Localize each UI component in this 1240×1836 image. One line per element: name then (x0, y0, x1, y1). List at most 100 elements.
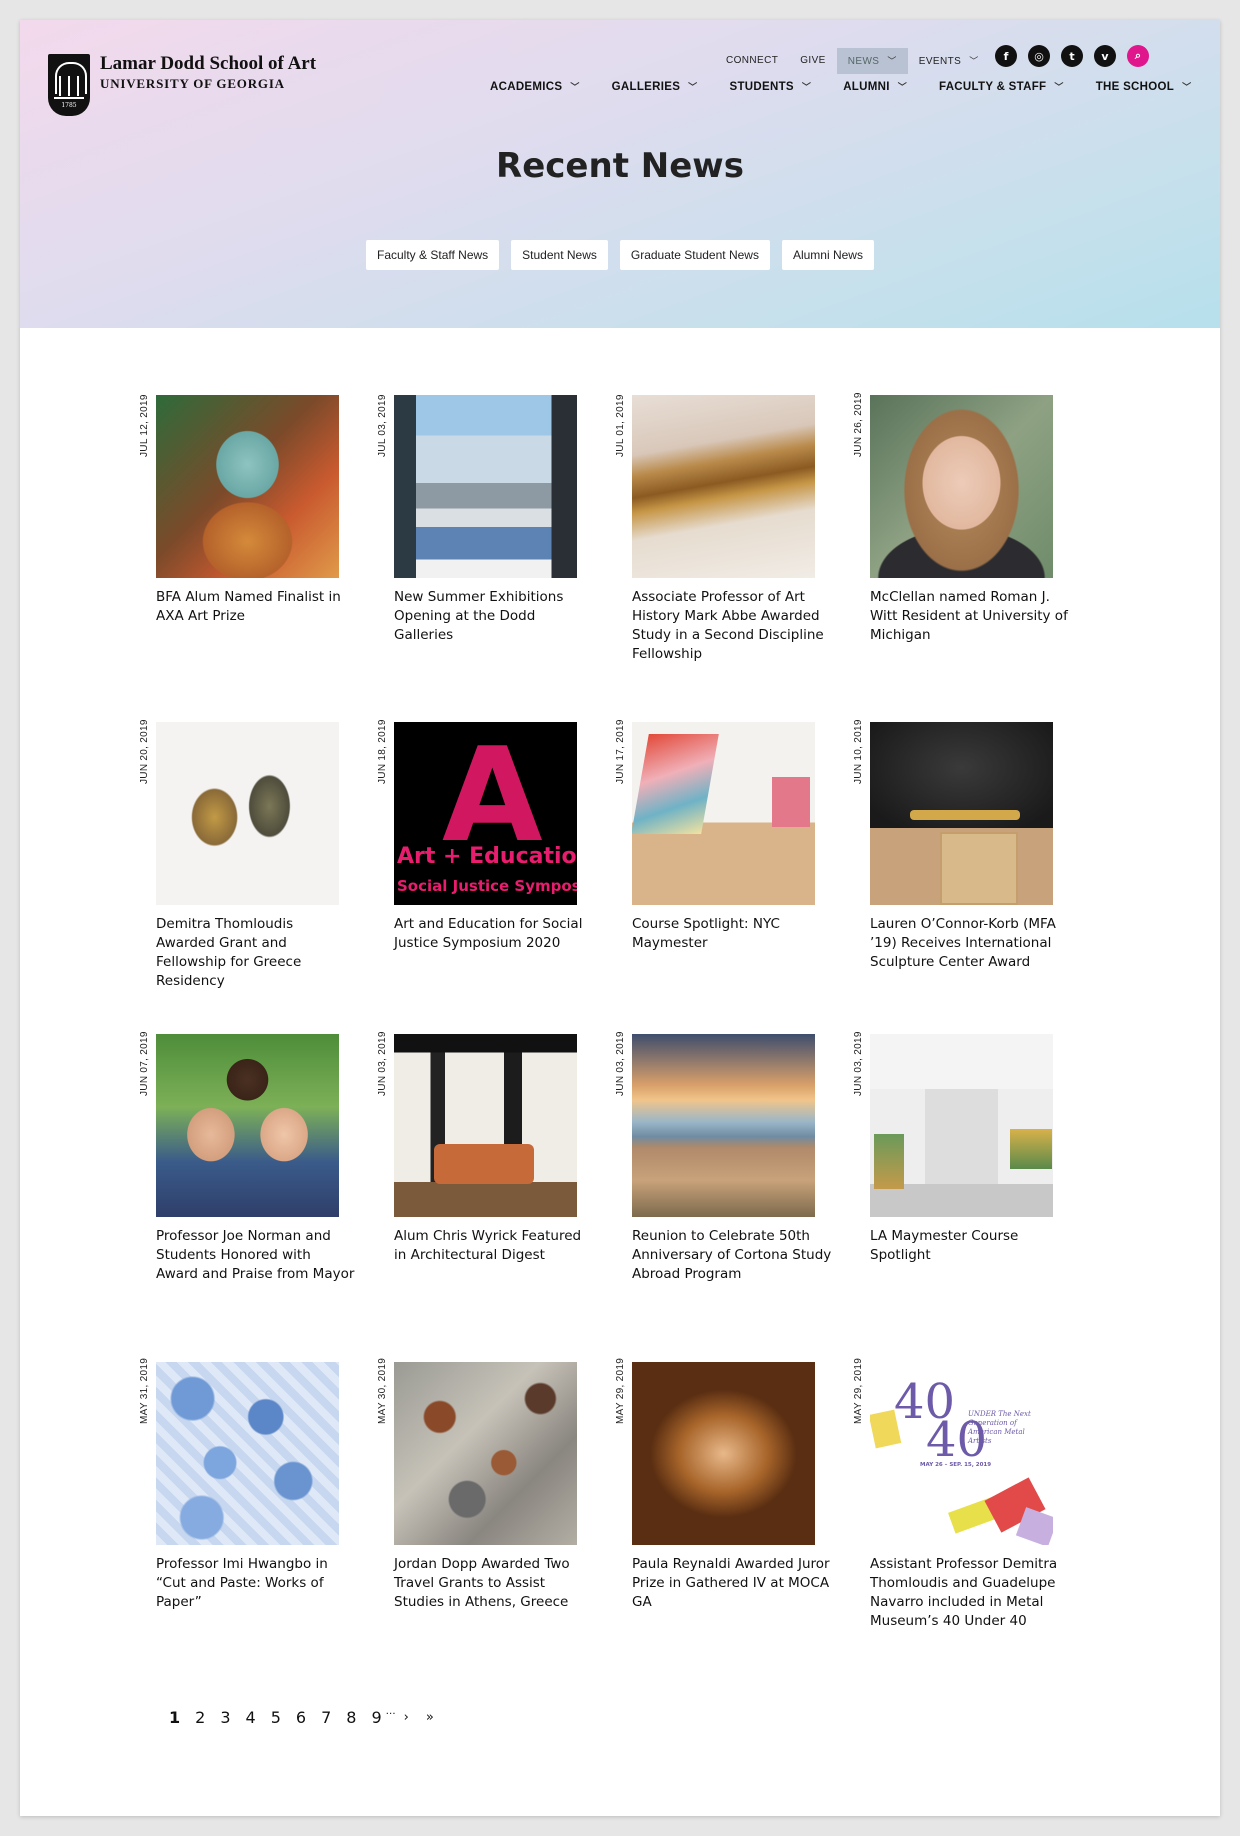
filter-graduate-student-news[interactable]: Graduate Student News (619, 240, 770, 270)
main-nav: ACADEMICS ﹀ GALLERIES ﹀ STUDENTS ﹀ ALUMNI ﹀ … (490, 80, 1191, 93)
social-links: f ◎ t v ⌕ (995, 45, 1160, 67)
filter-alumni-news[interactable]: Alumni News (781, 240, 874, 270)
news-date: JUN 03, 2019 (377, 1031, 388, 1096)
chevron-down-icon: ﹀ (688, 82, 698, 92)
instagram-icon[interactable]: ◎ (1028, 45, 1050, 67)
news-thumbnail[interactable] (632, 722, 815, 905)
brand-name: Lamar Dodd School of Art (100, 53, 317, 74)
news-thumbnail[interactable] (394, 1362, 577, 1545)
next-page-icon[interactable]: › (404, 1710, 409, 1725)
news-thumbnail[interactable] (156, 1362, 339, 1545)
news-thumbnail[interactable]: A Art + Education Social Justice Sympos (394, 722, 577, 905)
news-thumbnail[interactable] (870, 395, 1053, 578)
news-title[interactable]: Course Spotlight: NYC Maymester (632, 915, 832, 953)
news-thumbnail[interactable] (632, 1034, 815, 1217)
news-title[interactable]: Paula Reynaldi Awarded Juror Prize in Ga… (632, 1555, 832, 1612)
uga-arch-logo: 1785 (48, 54, 90, 116)
news-title[interactable]: Reunion to Celebrate 50th Anniversary of… (632, 1227, 832, 1284)
news-date: JUN 18, 2019 (377, 719, 388, 784)
logo-year: 1785 (61, 102, 77, 109)
news-date: MAY 29, 2019 (853, 1357, 864, 1424)
brand-subtitle: UNIVERSITY OF GEORGIA (100, 76, 285, 91)
news-thumbnail[interactable] (156, 395, 339, 578)
news-date: JUN 10, 2019 (853, 719, 864, 784)
twitter-icon[interactable]: t (1061, 45, 1083, 67)
nav-the-school[interactable]: THE SCHOOL ﹀ (1096, 80, 1192, 93)
news-filters: Faculty & Staff News Student News Gradua… (20, 240, 1220, 270)
filter-student-news[interactable]: Student News (511, 240, 608, 270)
news-title[interactable]: Art and Education for Social Justice Sym… (394, 915, 594, 953)
page-link-8[interactable]: 8 (346, 1708, 356, 1727)
news-date: JUN 17, 2019 (615, 719, 626, 784)
news-date: JUN 03, 2019 (615, 1031, 626, 1096)
news-title[interactable]: Associate Professor of Art History Mark … (632, 588, 832, 664)
news-thumbnail[interactable] (394, 395, 577, 578)
news-title[interactable]: LA Maymester Course Spotlight (870, 1227, 1070, 1265)
chevron-down-icon: ﹀ (887, 56, 897, 66)
nav-academics[interactable]: ACADEMICS ﹀ (490, 80, 580, 93)
news-thumbnail[interactable] (632, 1362, 815, 1545)
news-title[interactable]: Assistant Professor Demitra Thomloudis a… (870, 1555, 1070, 1631)
news-thumbnail[interactable] (870, 722, 1053, 905)
vimeo-icon[interactable]: v (1094, 45, 1116, 67)
news-title[interactable]: Demitra Thomloudis Awarded Grant and Fel… (156, 915, 356, 991)
filter-faculty-staff-news[interactable]: Faculty & Staff News (366, 240, 500, 270)
news-thumbnail[interactable] (156, 722, 339, 905)
page: 1785 Lamar Dodd School of Art UNIVERSITY… (20, 20, 1220, 1816)
brand[interactable]: 1785 Lamar Dodd School of Art UNIVERSITY… (48, 54, 316, 116)
page-link-1[interactable]: 1 (169, 1708, 180, 1727)
nav-alumni[interactable]: ALUMNI ﹀ (843, 80, 907, 93)
news-date: JUL 12, 2019 (139, 394, 150, 457)
thumb-art-line1: Art + Education (397, 844, 577, 869)
news-date: MAY 29, 2019 (615, 1357, 626, 1424)
news-title[interactable]: New Summer Exhibitions Opening at the Do… (394, 588, 594, 645)
page-link-2[interactable]: 2 (195, 1708, 205, 1727)
news-title[interactable]: Lauren O’Connor-Korb (MFA ’19) Receives … (870, 915, 1070, 972)
news-title[interactable]: Professor Joe Norman and Students Honore… (156, 1227, 356, 1284)
page-link-7[interactable]: 7 (321, 1708, 331, 1727)
nav-galleries[interactable]: GALLERIES ﹀ (612, 80, 698, 93)
nav-faculty-staff[interactable]: FACULTY & STAFF ﹀ (939, 80, 1064, 93)
news-date: JUL 01, 2019 (615, 394, 626, 457)
page-link-4[interactable]: 4 (246, 1708, 256, 1727)
search-icon[interactable]: ⌕ (1127, 45, 1149, 67)
news-date: JUN 26, 2019 (853, 392, 864, 457)
chevron-down-icon: ﹀ (1182, 82, 1192, 92)
news-thumbnail[interactable] (870, 1034, 1053, 1217)
news-date: JUN 07, 2019 (139, 1031, 150, 1096)
chevron-down-icon: ﹀ (969, 56, 979, 66)
chevron-down-icon: ﹀ (897, 82, 908, 92)
news-thumbnail[interactable] (632, 395, 815, 578)
news-title[interactable]: Alum Chris Wyrick Featured in Architectu… (394, 1227, 594, 1265)
thumb-museum-dates: MAY 26 – SEP. 15, 2019 (920, 1462, 992, 1468)
page-link-6[interactable]: 6 (296, 1708, 306, 1727)
news-title[interactable]: Professor Imi Hwangbo in “Cut and Paste:… (156, 1555, 356, 1612)
facebook-icon[interactable]: f (995, 45, 1017, 67)
util-link-connect[interactable]: CONNECT (715, 48, 789, 74)
news-thumbnail[interactable]: 40 40 UNDER The Next Generation of Ameri… (870, 1362, 1053, 1545)
thumb-art-line2: Social Justice Sympos (397, 877, 577, 895)
thumb-museum-sub: UNDER The Next Generation of American Me… (968, 1410, 1031, 1445)
news-date: JUN 20, 2019 (139, 719, 150, 784)
nav-students[interactable]: STUDENTS ﹀ (729, 80, 811, 93)
pagination: 1 2 3 4 5 6 7 8 9 … › » (169, 1706, 451, 1727)
chevron-down-icon: ﹀ (801, 82, 812, 92)
news-date: MAY 30, 2019 (377, 1357, 388, 1424)
utility-nav: CONNECT GIVE NEWS ﹀ EVENTS ﹀ (715, 48, 990, 74)
chevron-down-icon: ﹀ (1054, 82, 1064, 92)
news-thumbnail[interactable] (156, 1034, 339, 1217)
news-thumbnail[interactable] (394, 1034, 577, 1217)
util-link-news[interactable]: NEWS ﹀ (836, 48, 908, 74)
util-link-give[interactable]: GIVE (789, 48, 837, 74)
page-link-5[interactable]: 5 (271, 1708, 281, 1727)
page-link-3[interactable]: 3 (220, 1708, 230, 1727)
news-title[interactable]: McClellan named Roman J. Witt Resident a… (870, 588, 1070, 645)
news-title[interactable]: Jordan Dopp Awarded Two Travel Grants to… (394, 1555, 594, 1612)
page-link-9[interactable]: 9 (371, 1708, 381, 1727)
news-date: MAY 31, 2019 (139, 1357, 150, 1424)
last-page-icon[interactable]: » (426, 1710, 434, 1725)
chevron-down-icon: ﹀ (570, 82, 580, 92)
util-link-events[interactable]: EVENTS ﹀ (908, 48, 990, 74)
thumb-art-letter: A (442, 722, 543, 871)
news-title[interactable]: BFA Alum Named Finalist in AXA Art Prize (156, 588, 356, 626)
